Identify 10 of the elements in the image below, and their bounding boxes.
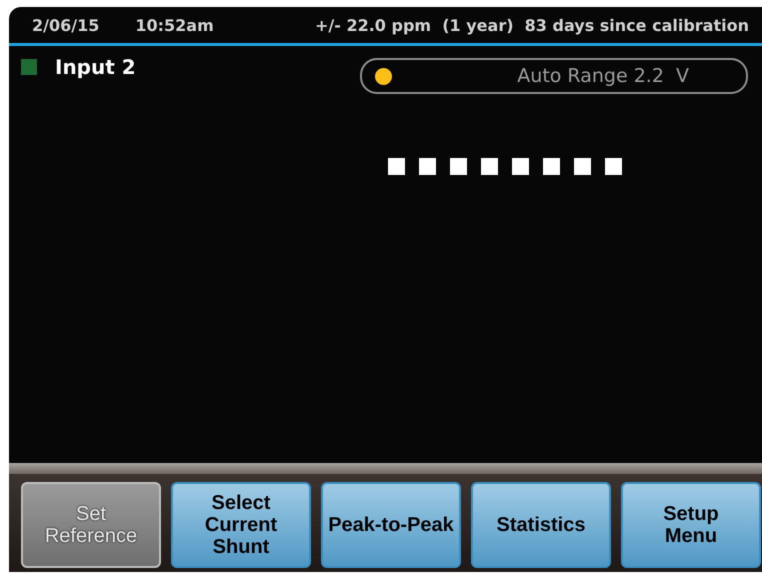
soft-key-button[interactable]: Statistics xyxy=(471,482,611,568)
input-label: Input 2 xyxy=(55,55,136,79)
calibration-status: +/- 22.0 ppm (1 year) 83 days since calibration xyxy=(315,16,749,34)
soft-key-button[interactable]: Select Current Shunt xyxy=(171,482,311,568)
soft-key-button[interactable]: Setup Menu xyxy=(621,482,761,568)
range-label: Auto Range 2.2 V xyxy=(517,65,689,87)
status-time: 10:52am xyxy=(135,16,214,34)
status-date: 2/06/15 xyxy=(32,16,100,34)
soft-key-button[interactable]: Peak-to-Peak xyxy=(321,482,461,568)
blank-reading-icon xyxy=(388,158,622,175)
